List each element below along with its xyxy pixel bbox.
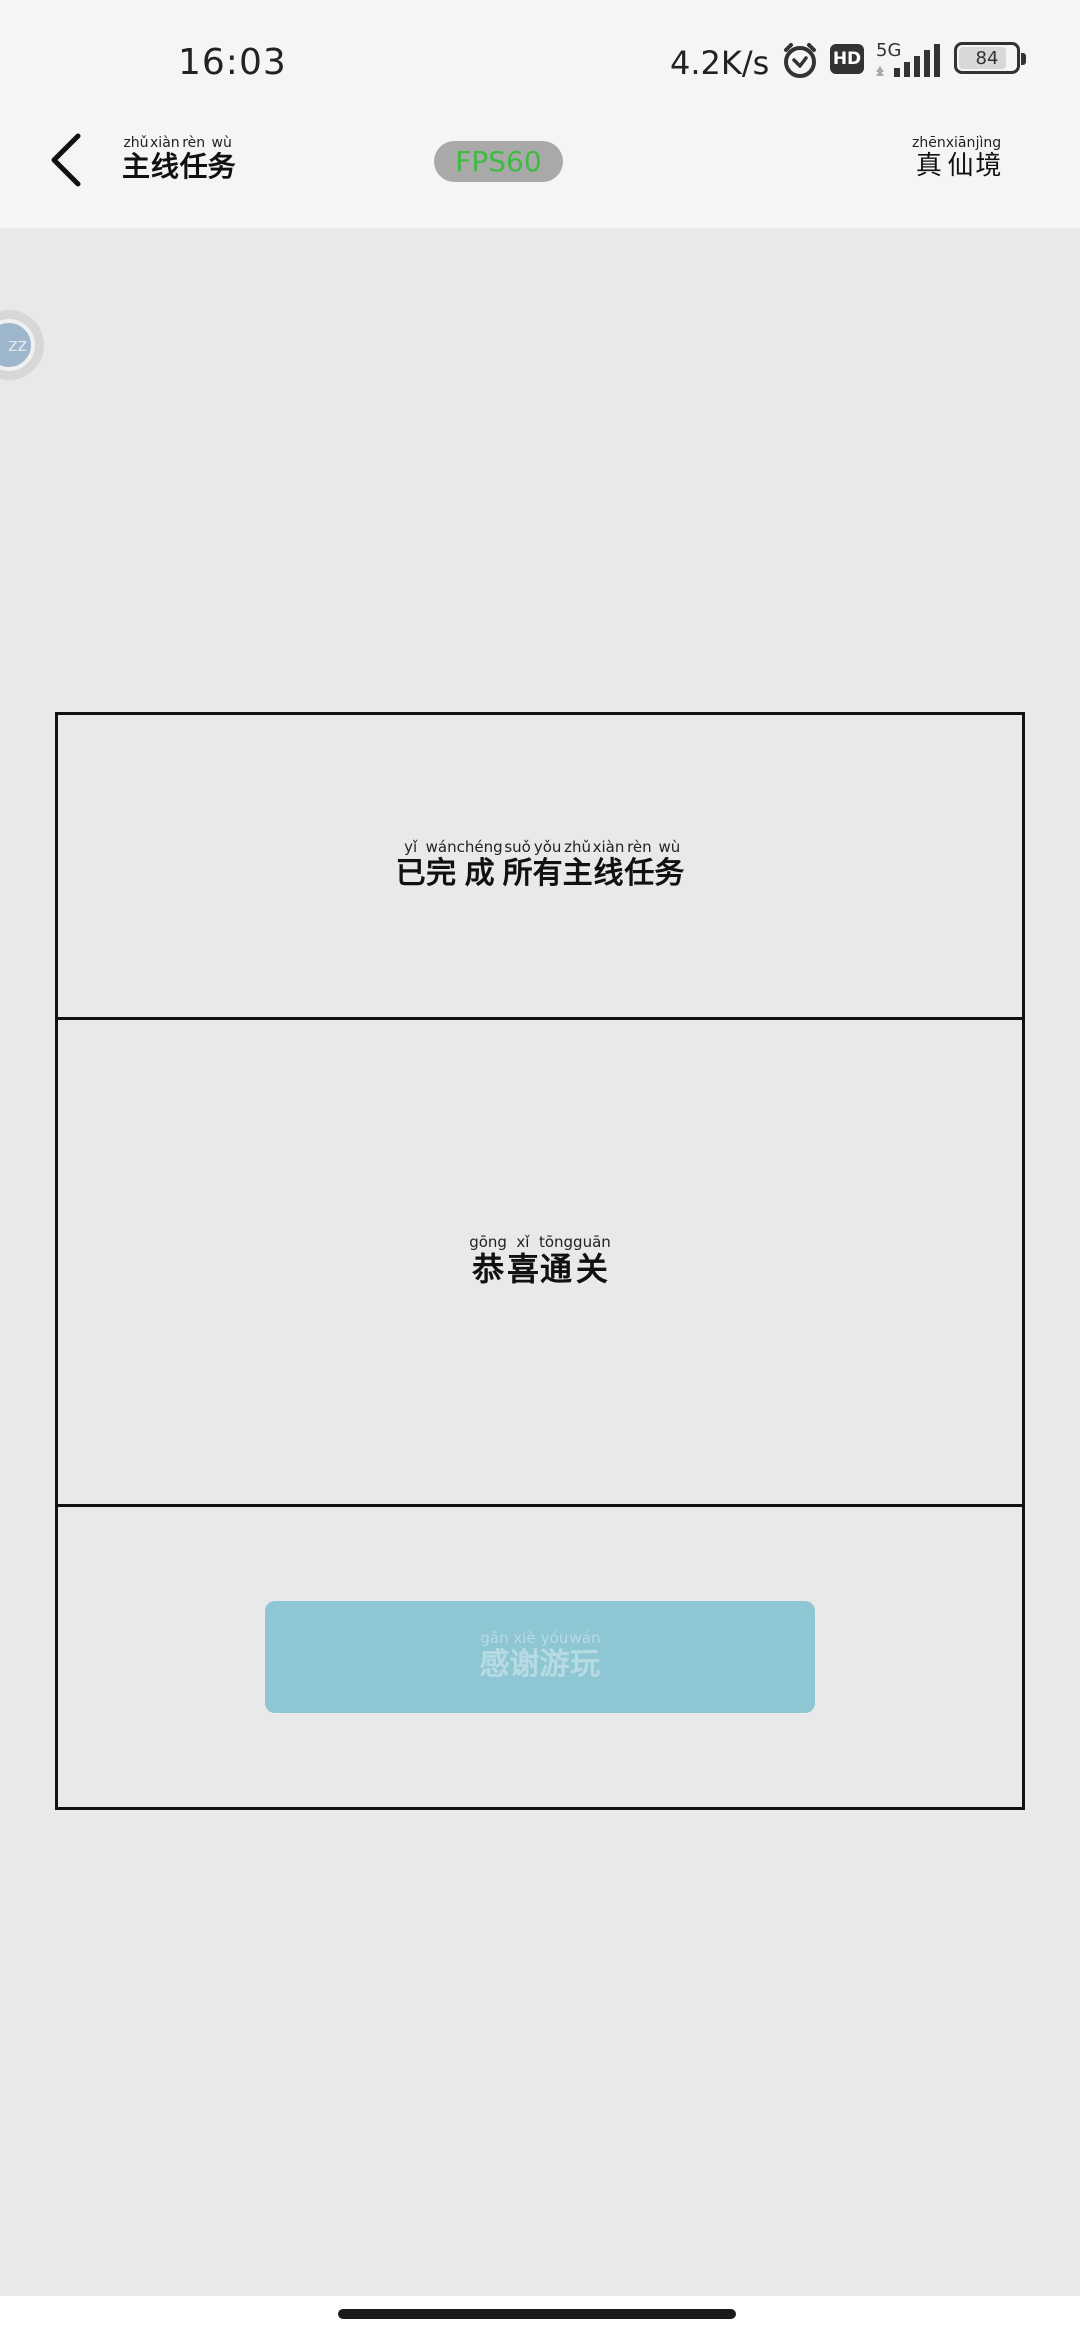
- pinyin-char: gǎn: [479, 1629, 510, 1647]
- thanks-for-playing-button[interactable]: 感gǎn 谢xiè 游yóu 玩wán: [265, 1601, 815, 1713]
- ruby-char: 游yóu: [539, 1629, 570, 1683]
- pinyin-char: xiān: [945, 135, 976, 151]
- congrats-section: 恭gōng 喜xǐ 通tōng 关guān: [58, 1020, 1022, 1507]
- ruby-char: 线xiàn: [592, 838, 625, 892]
- pinyin-char: jìng: [975, 135, 1002, 151]
- ruby-char: 境jìng: [975, 135, 1002, 182]
- ruby-char: 主zhǔ: [122, 135, 151, 185]
- hanzi-char: 恭: [469, 1249, 507, 1288]
- ruby-char: 喜xǐ: [506, 1232, 539, 1290]
- battery-indicator: 84: [954, 42, 1026, 74]
- hanzi-char: 完: [425, 856, 457, 891]
- hanzi-char: 务: [654, 856, 685, 891]
- page-title: 主zhǔ 线xiàn 任rèn 务wù: [122, 135, 236, 185]
- pinyin-char: rèn: [624, 838, 655, 856]
- ruby-char: 恭gōng: [469, 1232, 507, 1290]
- pinyin-char: chéng: [456, 838, 503, 856]
- pinyin-char: yǒu: [532, 838, 563, 856]
- status-time: 16:03: [178, 42, 287, 83]
- hanzi-char: 主: [562, 856, 593, 891]
- pinyin-char: zhǔ: [122, 135, 151, 151]
- ruby-char: 任rèn: [624, 838, 655, 892]
- thanks-section: 感gǎn 谢xiè 游yóu 玩wán: [58, 1507, 1022, 1807]
- hanzi-char: 成: [456, 856, 503, 891]
- ruby-char: 主zhǔ: [562, 838, 593, 892]
- hd-badge: HD: [830, 44, 864, 74]
- completion-dialog: 已yǐ 完wán 成chéng 所suǒ 有yǒu 主zhǔ 线xiàn 任rèn 务wù 恭g…: [55, 712, 1025, 1810]
- network-speed: 4.2K/s: [670, 44, 770, 82]
- fps-badge: FPS60: [434, 141, 563, 182]
- ruby-char: 真zhēn: [912, 135, 946, 182]
- ruby-char: 关guān: [573, 1232, 611, 1290]
- hanzi-char: 游: [539, 1647, 570, 1682]
- hanzi-char: 真: [912, 151, 946, 181]
- hanzi-char: 感: [479, 1647, 510, 1682]
- home-indicator[interactable]: [338, 2309, 736, 2319]
- thanks-button-label: 感gǎn 谢xiè 游yóu 玩wán: [479, 1629, 601, 1683]
- pinyin-char: xǐ: [506, 1232, 539, 1251]
- realm-label: 真zhēn 仙xiān 境jìng: [912, 135, 1002, 182]
- ruby-char: 玩wán: [569, 1629, 601, 1683]
- hanzi-char: 线: [592, 856, 625, 891]
- ruby-char: 有yǒu: [532, 838, 563, 892]
- chevron-left-icon: [51, 133, 81, 187]
- hanzi-char: 喜: [506, 1249, 539, 1288]
- ruby-char: 线xiàn: [150, 135, 180, 185]
- ruby-char: 通tōng: [538, 1232, 574, 1290]
- ruby-char: 所suǒ: [502, 838, 533, 892]
- ruby-char: 完wán: [425, 838, 457, 892]
- ruby-char: 谢xiè: [509, 1629, 540, 1683]
- floating-assistant-label: zz: [8, 334, 27, 356]
- hanzi-char: 已: [395, 856, 426, 891]
- floating-assistant-button[interactable]: zz: [0, 310, 44, 380]
- completion-message-section: 已yǐ 完wán 成chéng 所suǒ 有yǒu 主zhǔ 线xiàn 任rèn 务wù: [58, 715, 1022, 1020]
- hanzi-char: 谢: [509, 1647, 540, 1682]
- hanzi-char: 任: [624, 856, 655, 891]
- hanzi-char: 境: [975, 151, 1002, 181]
- hanzi-char: 关: [573, 1249, 611, 1288]
- pinyin-char: wán: [425, 838, 457, 856]
- battery-level: 84: [975, 47, 999, 69]
- ruby-char: 成chéng: [456, 838, 503, 892]
- ruby-char: 仙xiān: [945, 135, 976, 182]
- pinyin-char: guān: [573, 1232, 611, 1251]
- floating-assistant-icon: zz: [0, 319, 35, 371]
- alarm-icon: [780, 40, 820, 84]
- completion-message: 已yǐ 完wán 成chéng 所suǒ 有yǒu 主zhǔ 线xiàn 任rèn 务wù: [395, 838, 685, 892]
- pinyin-char: tōng: [538, 1232, 574, 1251]
- pinyin-char: xiè: [509, 1629, 540, 1647]
- ruby-char: 感gǎn: [479, 1629, 510, 1683]
- hanzi-char: 通: [538, 1249, 574, 1288]
- pinyin-char: suǒ: [502, 838, 533, 856]
- hanzi-char: 玩: [569, 1647, 601, 1682]
- congrats-message: 恭gōng 喜xǐ 通tōng 关guān: [469, 1232, 611, 1290]
- pinyin-char: zhǔ: [562, 838, 593, 856]
- ruby-char: 已yǐ: [395, 838, 426, 892]
- ruby-char: 任rèn: [179, 135, 208, 185]
- hanzi-char: 任: [179, 150, 208, 183]
- pinyin-char: rèn: [179, 135, 208, 151]
- signal-icon: [874, 42, 944, 82]
- pinyin-char: wù: [207, 135, 236, 151]
- ruby-char: 务wù: [207, 135, 236, 185]
- ruby-char: 务wù: [654, 838, 685, 892]
- hanzi-char: 仙: [945, 151, 976, 181]
- hanzi-char: 所: [502, 856, 533, 891]
- pinyin-char: zhēn: [912, 135, 946, 151]
- pinyin-char: xiàn: [150, 135, 180, 151]
- pinyin-char: yóu: [539, 1629, 570, 1647]
- pinyin-char: yǐ: [395, 838, 426, 856]
- hanzi-char: 有: [532, 856, 563, 891]
- pinyin-char: xiàn: [592, 838, 625, 856]
- back-button[interactable]: [40, 130, 90, 190]
- pinyin-char: gōng: [469, 1232, 507, 1251]
- hanzi-char: 务: [207, 150, 236, 183]
- status-bar: 16:03 4.2K/s HD 5G 84: [0, 0, 1080, 120]
- pinyin-char: wù: [654, 838, 685, 856]
- hanzi-char: 主: [122, 150, 151, 183]
- pinyin-char: wán: [569, 1629, 601, 1647]
- hanzi-char: 线: [150, 150, 180, 183]
